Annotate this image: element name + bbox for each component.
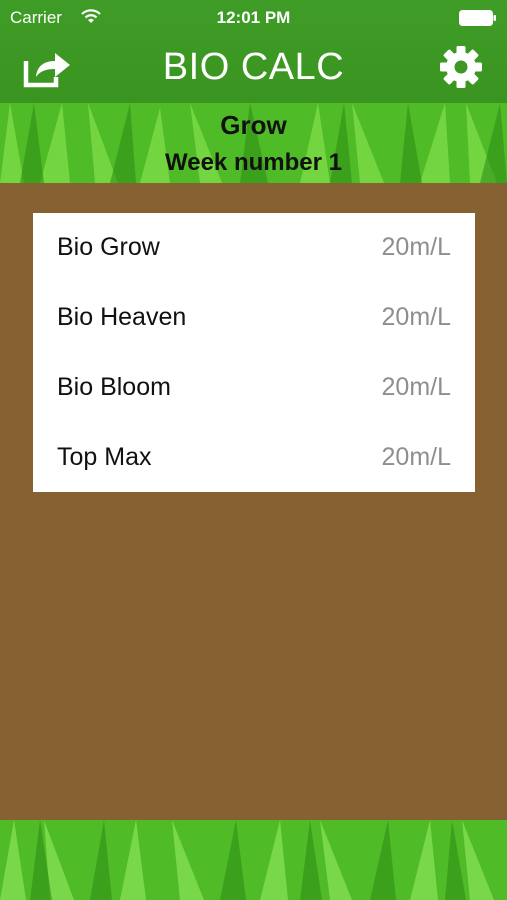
stage-title: Grow: [220, 110, 287, 140]
product-name: Bio Bloom: [57, 372, 171, 401]
list-item[interactable]: Bio Bloom 20m/L: [33, 353, 475, 423]
list-item[interactable]: Bio Grow 20m/L: [33, 213, 475, 283]
battery-icon: [459, 10, 496, 26]
product-dose: 20m/L: [381, 442, 451, 471]
product-list: Bio Grow 20m/L Bio Heaven 20m/L Bio Bloo…: [33, 213, 475, 492]
product-name: Top Max: [57, 442, 152, 471]
week-label: Week number 1: [165, 149, 342, 176]
product-name: Bio Grow: [57, 233, 160, 262]
gear-icon[interactable]: [439, 45, 483, 89]
product-dose: 20m/L: [381, 303, 451, 332]
clock-label: 12:01 PM: [216, 8, 291, 27]
list-item[interactable]: Bio Heaven 20m/L: [33, 283, 475, 353]
status-bar: Carrier 12:01 PM: [0, 0, 507, 36]
product-dose: 20m/L: [381, 233, 451, 262]
product-name: Bio Heaven: [57, 303, 187, 332]
grass-banner-bottom: [0, 820, 507, 900]
product-dose: 20m/L: [381, 372, 451, 401]
app-title: BIO CALC: [162, 46, 345, 88]
app-screen: Carrier 12:01 PM BIO CALC Grow Week numb…: [0, 0, 507, 900]
list-item[interactable]: Top Max 20m/L: [33, 422, 475, 492]
navigation-bar: Carrier 12:01 PM BIO CALC: [0, 0, 507, 103]
